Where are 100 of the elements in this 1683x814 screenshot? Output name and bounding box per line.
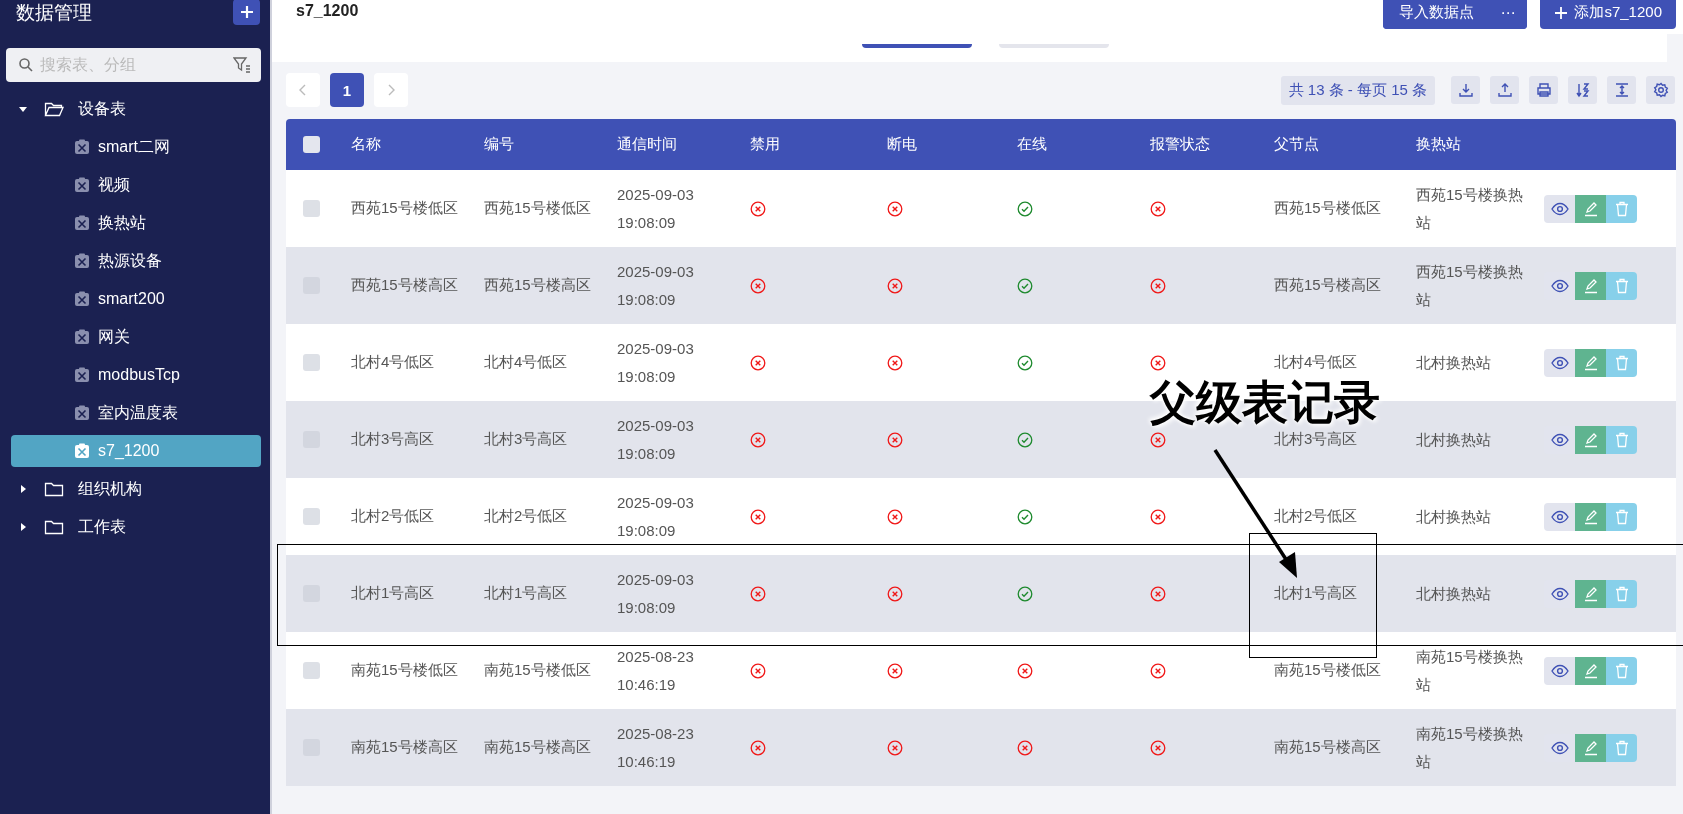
sort-icon bbox=[1574, 82, 1591, 98]
view-button[interactable] bbox=[1544, 656, 1575, 685]
table-cell-text: 北村换热站 bbox=[1416, 506, 1492, 527]
tree-item[interactable]: 网关 bbox=[11, 321, 261, 353]
tree-item[interactable]: smart二网 bbox=[11, 131, 261, 163]
upload-button[interactable] bbox=[1490, 76, 1519, 104]
plus-icon bbox=[238, 4, 255, 20]
row-checkbox[interactable] bbox=[303, 354, 320, 371]
table-cell-text: 2025-09-03 19:08:09 bbox=[617, 184, 695, 233]
table-cell: 南苑15号楼低区 bbox=[351, 661, 458, 680]
edit-button[interactable] bbox=[1575, 425, 1606, 454]
tree-group[interactable]: 组织机构 bbox=[0, 470, 270, 508]
settings-button[interactable] bbox=[1646, 76, 1675, 104]
table-cell: 西苑15号楼低区 bbox=[1274, 199, 1381, 218]
table-cell-text: 西苑15号楼换热站 bbox=[1416, 261, 1524, 310]
table-cell: 南苑15号楼低区 bbox=[484, 661, 591, 680]
folder-icon bbox=[44, 481, 64, 497]
tree-item[interactable]: modbusTcp bbox=[11, 359, 261, 391]
trash-icon bbox=[1614, 354, 1629, 371]
table-cell-text: 2025-09-03 19:08:09 bbox=[617, 261, 695, 310]
trash-icon bbox=[1614, 662, 1629, 679]
table-cell-text: 南苑15号楼换热站 bbox=[1416, 646, 1524, 695]
select-all-checkbox[interactable] bbox=[303, 136, 320, 153]
pencil-icon bbox=[1582, 662, 1599, 679]
pencil-icon bbox=[1582, 739, 1599, 756]
row-checkbox[interactable] bbox=[303, 508, 320, 525]
caret-icon[interactable] bbox=[18, 104, 28, 114]
eye-icon bbox=[1550, 740, 1569, 755]
table-cell-text: 2025-09-03 19:08:09 bbox=[617, 492, 695, 541]
row-checkbox[interactable] bbox=[303, 200, 320, 217]
delete-button[interactable] bbox=[1606, 425, 1637, 454]
trash-icon bbox=[1614, 585, 1629, 602]
table-cell-text: 北村换热站 bbox=[1416, 583, 1492, 604]
tree-item[interactable]: 换热站 bbox=[11, 207, 261, 239]
annotation-text: 父级表记录 bbox=[1150, 380, 1380, 426]
table-cell-text: 2025-09-03 19:08:09 bbox=[617, 338, 695, 387]
edit-button[interactable] bbox=[1575, 733, 1606, 762]
plus-icon bbox=[1554, 5, 1569, 20]
table-cell: 西苑15号楼高区 bbox=[351, 276, 458, 295]
tree-group[interactable]: 工作表 bbox=[0, 508, 270, 546]
pencil-icon bbox=[1582, 277, 1599, 294]
column-header: 通信时间 bbox=[617, 135, 677, 154]
delete-button[interactable] bbox=[1606, 733, 1637, 762]
delete-button[interactable] bbox=[1606, 656, 1637, 685]
height-button[interactable] bbox=[1607, 76, 1636, 104]
row-height-icon bbox=[1613, 82, 1630, 98]
delete-button[interactable] bbox=[1606, 348, 1637, 377]
pencil-icon bbox=[1582, 431, 1599, 448]
print-button[interactable] bbox=[1529, 76, 1558, 104]
search-field[interactable]: 搜索表、分组 bbox=[6, 48, 261, 82]
table-icon bbox=[74, 253, 90, 269]
page-button[interactable]: 1 bbox=[330, 73, 364, 107]
sort-button[interactable] bbox=[1568, 76, 1597, 104]
tree-item[interactable]: smart200 bbox=[11, 283, 261, 315]
filter-icon[interactable] bbox=[233, 57, 251, 73]
table-icon bbox=[74, 139, 90, 155]
table-icon bbox=[74, 329, 90, 345]
print-icon bbox=[1535, 82, 1552, 98]
table-cell-text: 2025-08-23 10:46:19 bbox=[617, 723, 695, 772]
table-cell: 北村2号低区 bbox=[1274, 507, 1358, 526]
table-icon bbox=[74, 215, 90, 231]
table-cell: 南苑15号楼高区 bbox=[351, 738, 458, 757]
delete-button[interactable] bbox=[1606, 502, 1637, 531]
add-record-button[interactable]: 添加s7_1200 bbox=[1540, 0, 1676, 29]
settings-icon bbox=[1652, 82, 1669, 98]
table-cell-text: 2025-09-03 19:08:09 bbox=[617, 569, 695, 618]
add-button[interactable] bbox=[233, 0, 260, 25]
view-button[interactable] bbox=[1544, 194, 1575, 223]
table-icon bbox=[74, 443, 90, 459]
table-cell: 北村3号高区 bbox=[1274, 430, 1358, 449]
delete-button[interactable] bbox=[1606, 271, 1637, 300]
tree-item[interactable]: 热源设备 bbox=[11, 245, 261, 277]
caret-icon[interactable] bbox=[18, 484, 28, 494]
eye-icon bbox=[1550, 663, 1569, 678]
trash-icon bbox=[1614, 739, 1629, 756]
delete-button[interactable] bbox=[1606, 579, 1637, 608]
tree-item[interactable]: 室内温度表 bbox=[11, 397, 261, 429]
edit-button[interactable] bbox=[1575, 271, 1606, 300]
view-button[interactable] bbox=[1544, 348, 1575, 377]
trash-icon bbox=[1614, 277, 1629, 294]
delete-button[interactable] bbox=[1606, 194, 1637, 223]
edit-button[interactable] bbox=[1575, 579, 1606, 608]
previous-page-button[interactable] bbox=[286, 73, 320, 107]
pencil-icon bbox=[1582, 200, 1599, 217]
table-cell: 北村4号低区 bbox=[484, 353, 568, 372]
table-cell-text: 西苑15号楼换热站 bbox=[1416, 184, 1524, 233]
record-count: 共 13 条 - 每页 15 条 bbox=[1280, 75, 1435, 105]
column-header: 报警状态 bbox=[1150, 135, 1210, 154]
table-icon bbox=[74, 405, 90, 421]
tree-item[interactable]: 视频 bbox=[11, 169, 261, 201]
column-header: 断电 bbox=[887, 135, 917, 154]
download-button[interactable] bbox=[1451, 76, 1480, 104]
caret-icon[interactable] bbox=[18, 522, 28, 532]
next-page-button[interactable] bbox=[374, 73, 408, 107]
view-button[interactable] bbox=[1544, 502, 1575, 531]
table-cell: 南苑15号楼低区 bbox=[1274, 661, 1381, 680]
tree-group[interactable]: 设备表 bbox=[0, 90, 270, 128]
row-checkbox[interactable] bbox=[303, 662, 320, 679]
chevron-left-icon bbox=[298, 83, 308, 97]
search-icon bbox=[18, 57, 34, 73]
